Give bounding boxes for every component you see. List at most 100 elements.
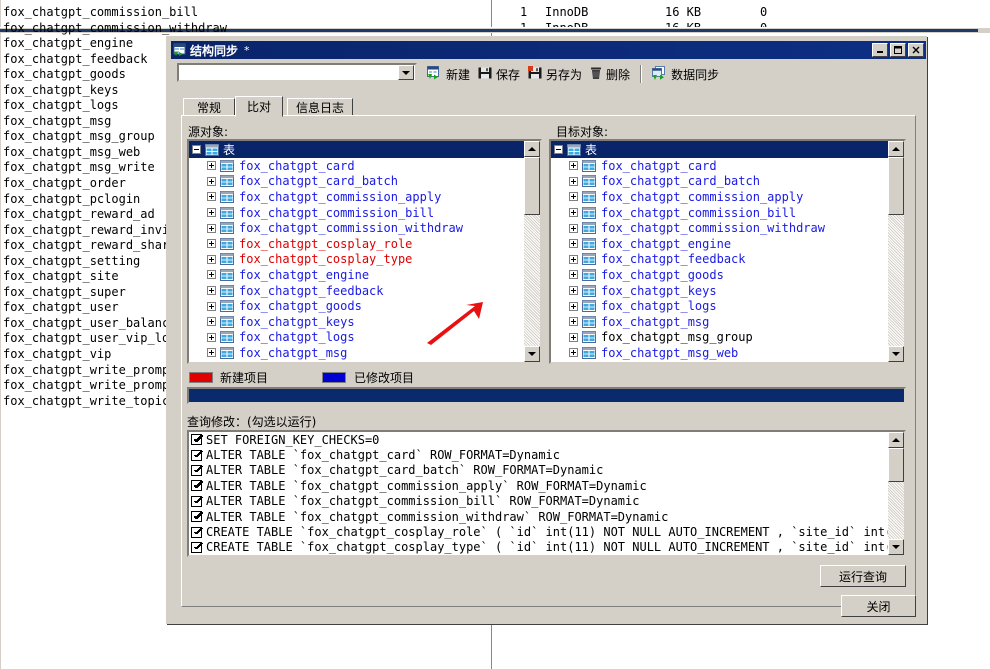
tree-node[interactable]: fox_chatgpt_commission_withdraw (189, 220, 540, 236)
tree-node[interactable]: fox_chatgpt_commission_withdraw (551, 220, 904, 236)
expand-icon[interactable] (207, 333, 216, 342)
tree-node[interactable]: fox_chatgpt_keys (551, 283, 904, 299)
expand-icon[interactable] (569, 317, 578, 326)
expand-icon[interactable] (569, 286, 578, 295)
scroll-down-button[interactable] (888, 346, 904, 362)
expand-icon[interactable] (569, 239, 578, 248)
expand-icon[interactable] (569, 302, 578, 311)
sql-list-vertical-scrollbar[interactable] (888, 432, 904, 555)
tree-node[interactable]: fox_chatgpt_cosplay_type (189, 252, 540, 268)
tab-general[interactable]: 常规 (183, 98, 235, 116)
expand-icon[interactable] (569, 192, 578, 201)
tree-node[interactable]: fox_chatgpt_card_batch (551, 174, 904, 190)
sql-row[interactable]: ALTER TABLE `fox_chatgpt_card_batch` ROW… (189, 463, 904, 478)
scroll-up-button[interactable] (524, 141, 540, 157)
expand-icon[interactable] (569, 333, 578, 342)
sql-row[interactable]: CREATE TABLE `fox_chatgpt_cosplay_type` … (189, 540, 904, 555)
source-tree-vertical-scrollbar[interactable] (524, 141, 540, 362)
expand-icon[interactable] (569, 270, 578, 279)
tree-node[interactable]: fox_chatgpt_goods (189, 298, 540, 314)
sql-row[interactable]: ALTER TABLE `fox_chatgpt_card` ROW_FORMA… (189, 447, 904, 462)
tree-node[interactable]: fox_chatgpt_commission_apply (189, 189, 540, 205)
expand-icon[interactable] (207, 317, 216, 326)
save-button[interactable]: 保存 (474, 63, 524, 85)
tree-node[interactable]: fox_chatgpt_msg (189, 345, 540, 361)
sql-row[interactable]: ALTER TABLE `fox_chatgpt_commission_bill… (189, 494, 904, 509)
minimize-button[interactable] (872, 43, 888, 57)
scroll-thumb[interactable] (888, 157, 904, 215)
scroll-up-button[interactable] (888, 141, 904, 157)
sql-row-checkbox[interactable] (191, 465, 202, 476)
tree-node[interactable]: fox_chatgpt_commission_bill (551, 205, 904, 221)
expand-icon[interactable] (569, 255, 578, 264)
expand-icon[interactable] (207, 302, 216, 311)
tree-node[interactable]: fox_chatgpt_cosplay_role (189, 236, 540, 252)
sql-row-checkbox[interactable] (191, 511, 202, 522)
background-table-list-item[interactable]: fox_chatgpt_commission_withdraw (0, 21, 492, 37)
sql-row-checkbox[interactable] (191, 542, 202, 553)
expand-icon[interactable] (207, 348, 216, 357)
profile-combo-input[interactable] (179, 64, 398, 81)
tree-node[interactable]: fox_chatgpt_card_batch (189, 174, 540, 190)
tree-node[interactable]: fox_chatgpt_engine (551, 236, 904, 252)
tree-node[interactable]: fox_chatgpt_goods (551, 267, 904, 283)
sql-row-checkbox[interactable] (191, 496, 202, 507)
sql-row[interactable]: CREATE TABLE `fox_chatgpt_cosplay_role` … (189, 524, 904, 539)
scroll-thumb[interactable] (888, 448, 904, 482)
sql-row[interactable]: ALTER TABLE `fox_chatgpt_commission_with… (189, 509, 904, 524)
delete-button[interactable]: 删除 (586, 63, 634, 85)
background-table-list-item[interactable]: fox_chatgpt_commission_bill (0, 5, 492, 21)
expand-icon[interactable] (569, 161, 578, 170)
close-dialog-button[interactable]: 关闭 (841, 595, 916, 617)
source-tree-node-list[interactable]: fox_chatgpt_cardfox_chatgpt_card_batchfo… (189, 158, 540, 361)
tree-node[interactable]: fox_chatgpt_commission_bill (189, 205, 540, 221)
tree-node[interactable]: fox_chatgpt_card (551, 158, 904, 174)
run-query-button[interactable]: 运行查询 (820, 565, 906, 587)
tree-node[interactable]: fox_chatgpt_card (189, 158, 540, 174)
expand-icon[interactable] (207, 286, 216, 295)
tree-node[interactable]: fox_chatgpt_feedback (189, 283, 540, 299)
new-button[interactable]: 新建 (423, 63, 474, 85)
scroll-up-button[interactable] (888, 432, 904, 448)
expand-icon[interactable] (207, 177, 216, 186)
tab-info-log[interactable]: 信息日志 (287, 98, 353, 116)
maximize-button[interactable] (890, 43, 906, 57)
expand-icon[interactable] (207, 224, 216, 233)
expand-icon[interactable] (569, 224, 578, 233)
sql-row-checkbox[interactable] (191, 434, 202, 445)
collapse-icon[interactable] (554, 145, 563, 154)
tree-node[interactable]: fox_chatgpt_commission_apply (551, 189, 904, 205)
profile-combo[interactable] (177, 63, 417, 82)
scroll-thumb[interactable] (524, 157, 540, 215)
data-sync-button[interactable]: 数据同步 (648, 63, 723, 85)
chevron-down-icon[interactable] (398, 65, 414, 80)
expand-icon[interactable] (569, 348, 578, 357)
save-as-button[interactable]: 另存为 (524, 63, 586, 85)
sql-row[interactable]: ALTER TABLE `fox_chatgpt_commission_appl… (189, 478, 904, 493)
expand-icon[interactable] (207, 161, 216, 170)
expand-icon[interactable] (207, 192, 216, 201)
tab-compare[interactable]: 比对 (235, 96, 283, 117)
tree-node[interactable]: fox_chatgpt_msg_group (551, 330, 904, 346)
source-objects-tree[interactable]: 表 fox_chatgpt_cardfox_chatgpt_card_batch… (187, 139, 542, 364)
tree-node[interactable]: fox_chatgpt_engine (189, 267, 540, 283)
tree-node[interactable]: fox_chatgpt_feedback (551, 252, 904, 268)
tree-node[interactable]: fox_chatgpt_logs (551, 298, 904, 314)
sql-row-checkbox[interactable] (191, 450, 202, 461)
expand-icon[interactable] (207, 208, 216, 217)
sql-row[interactable]: SET FOREIGN_KEY_CHECKS=0 (189, 432, 904, 447)
expand-icon[interactable] (569, 208, 578, 217)
tree-node[interactable]: fox_chatgpt_msg_web (551, 345, 904, 361)
tree-node[interactable]: fox_chatgpt_msg (551, 314, 904, 330)
target-tree-vertical-scrollbar[interactable] (888, 141, 904, 362)
target-objects-tree[interactable]: 表 fox_chatgpt_cardfox_chatgpt_card_batch… (549, 139, 906, 364)
scroll-down-button[interactable] (888, 539, 904, 555)
scroll-down-button[interactable] (524, 346, 540, 362)
dialog-title-bar[interactable]: 结构同步 * (171, 41, 926, 59)
expand-icon[interactable] (207, 239, 216, 248)
close-button[interactable] (908, 43, 924, 57)
sql-rows-container[interactable]: SET FOREIGN_KEY_CHECKS=0ALTER TABLE `fox… (189, 432, 904, 555)
collapse-icon[interactable] (192, 145, 201, 154)
expand-icon[interactable] (569, 177, 578, 186)
sql-row-checkbox[interactable] (191, 527, 202, 538)
